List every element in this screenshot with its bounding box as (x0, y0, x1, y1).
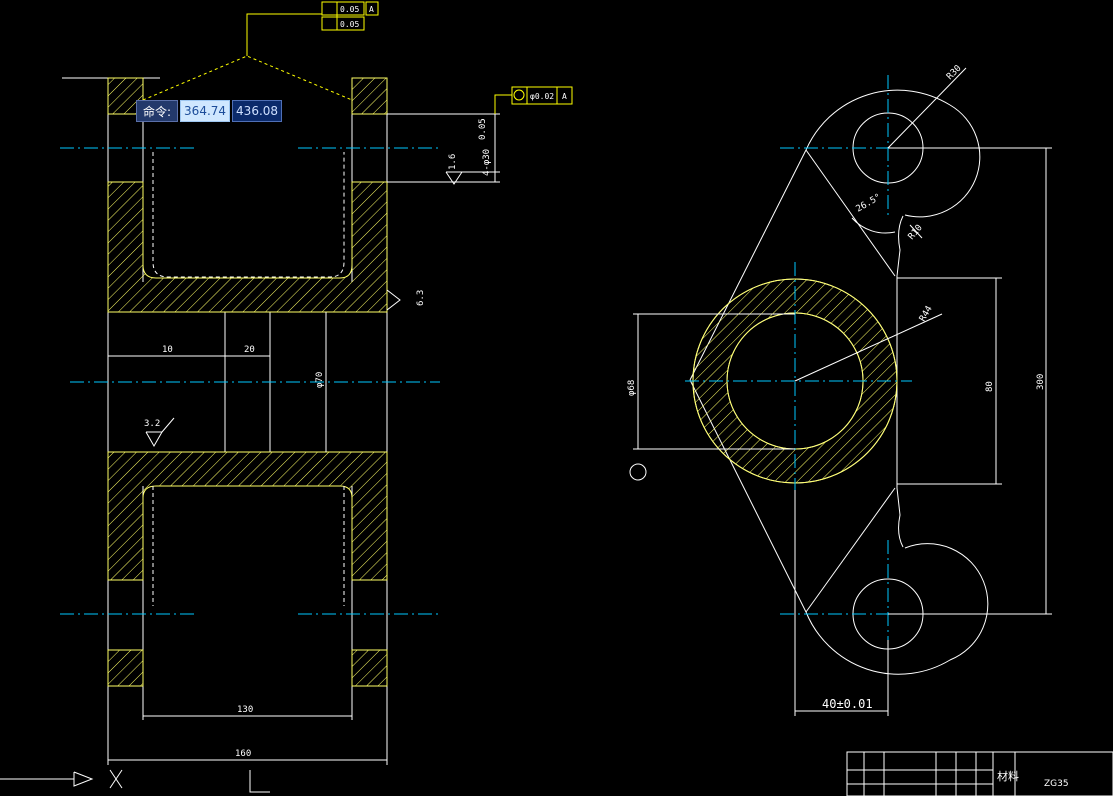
dynamic-input-tooltip: 命令: 364.74 436.08 (136, 100, 283, 122)
dim-40-tol: 40±0.01 (822, 697, 873, 711)
dim-bore-70: φ70 (315, 372, 325, 388)
dim-bore-68: φ68 (627, 380, 637, 396)
dim-r10: R10 (907, 223, 925, 242)
frame-top-ref: A (369, 5, 374, 14)
ucs-icon (0, 769, 270, 793)
dim-r30: R30 (945, 64, 964, 83)
title-material-label: 材料 (997, 769, 1019, 783)
dim-20: 20 (244, 345, 255, 355)
command-prompt-label: 命令: (136, 100, 179, 122)
frame-pos-sym: φ0.02 (530, 92, 554, 101)
title-block (846, 751, 1113, 796)
frame-top-value-1: 0.05 (340, 5, 359, 14)
dim-4-30: 4-φ30 (482, 149, 492, 176)
roughness-1-6: 1.6 (448, 154, 458, 170)
left-dimensions (108, 113, 500, 761)
coordinate-x-input[interactable]: 364.74 (180, 100, 231, 122)
dim-angle: 26.5° (855, 192, 883, 214)
coordinate-y-input[interactable]: 436.08 (232, 100, 283, 122)
frame-pos-ref: A (562, 92, 567, 101)
dim-160: 160 (235, 749, 251, 759)
dim-depth-tol: 0.05 (478, 118, 488, 140)
right-center-lines (685, 75, 985, 690)
frame-top-value-2: 0.05 (340, 20, 359, 29)
roughness-6-3: 6.3 (416, 290, 426, 306)
dim-10: 10 (162, 345, 173, 355)
title-drawing-no: ZG35 (1044, 779, 1069, 789)
dim-300: 300 (1036, 374, 1046, 390)
dim-130: 130 (237, 705, 253, 715)
dim-r44: R44 (918, 304, 935, 323)
dim-80: 80 (985, 381, 995, 392)
right-outline-view (689, 89, 989, 675)
roughness-3-2: 3.2 (144, 419, 160, 429)
chevron-datum (142, 55, 353, 101)
